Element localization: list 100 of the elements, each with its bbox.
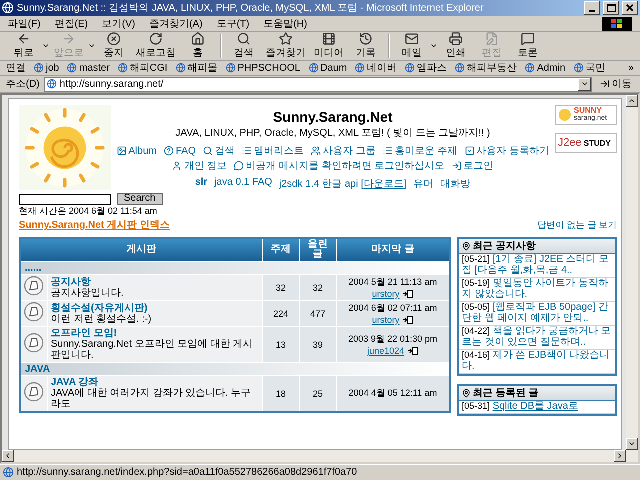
recent-post-link[interactable]: [05-19] 몇일동안 사이트가 동작하지 않았습니다. <box>459 278 615 302</box>
media-button[interactable]: 미디어 <box>310 32 348 60</box>
home-button[interactable]: 홈 <box>180 32 216 60</box>
j2ee-study-logo[interactable]: J2ee STUDY <box>555 133 617 153</box>
page-icon <box>355 63 366 73</box>
recent-post-link[interactable]: [05-31] Sqlite DB를 Java로 <box>459 401 615 414</box>
go-button[interactable]: 이동 <box>596 77 636 91</box>
dropdown-caret-icon[interactable] <box>430 42 438 50</box>
user-link[interactable]: june1024 <box>367 346 405 356</box>
maximize-button[interactable] <box>603 1 619 15</box>
nav-link[interactable]: 흥미로운 주제 <box>382 144 458 158</box>
menu-item[interactable]: 즐겨찾기(A) <box>149 16 203 30</box>
forum-name-link[interactable]: 횡설수설(자유게시판) <box>51 302 259 314</box>
forum-name-link[interactable]: JAVA 강좌 <box>51 377 259 388</box>
nav-link[interactable]: 사용자 등록하기 <box>464 144 550 158</box>
minimize-button[interactable] <box>584 1 600 15</box>
menu-item[interactable]: 파일(F) <box>8 16 41 30</box>
recent-post-link[interactable]: [04-16] 제가 쓴 EJB책이 나왔습니다. <box>459 350 615 374</box>
page-icon <box>455 63 466 73</box>
link-bookmark[interactable]: Daum <box>308 62 348 74</box>
forum-name-link[interactable]: 공지사항 <box>51 276 259 288</box>
category-row[interactable]: ...... <box>20 262 450 274</box>
mail-button[interactable]: 메일 <box>394 32 430 60</box>
search-field[interactable] <box>19 194 111 204</box>
recent-post-link[interactable]: [05-05] [웹로직과 EJB 50page] 간단한 웹 페이지 예제가 안되.. <box>459 302 615 326</box>
forum-description: Sunny.Sarang.Net 오프라인 모임에 대한 게시판입니다. <box>51 339 254 361</box>
nav-link[interactable]: j2sdk 1.4 한글 api [ <box>279 177 364 191</box>
link-bookmark[interactable]: 해피부동산 <box>455 61 518 75</box>
nav-link[interactable]: Album <box>116 144 157 158</box>
link-bookmark[interactable]: Admin <box>525 62 566 74</box>
print-button[interactable]: 인쇄 <box>438 32 474 60</box>
recent-post-link[interactable]: [05-21] [1기 종료] J2EE 스터디 모집 [다음주 월,화,목,금 4.. <box>459 254 615 278</box>
user-link[interactable]: urstory <box>372 315 400 325</box>
horizontal-scrollbar[interactable] <box>2 450 638 462</box>
search-button[interactable]: 검색 <box>226 32 262 60</box>
unanswered-posts-link[interactable]: 답변이 없는 글 보기 <box>537 219 617 232</box>
download-link[interactable]: 다운로드 <box>364 177 404 191</box>
link-bookmark[interactable]: 해피CGI <box>118 61 168 75</box>
nav-link[interactable]: FAQ <box>164 144 196 158</box>
category-row[interactable]: JAVA <box>20 362 450 376</box>
discuss-button[interactable]: 토론 <box>510 32 546 60</box>
menu-item[interactable]: 도구(T) <box>216 16 250 30</box>
window-title: Sunny.Sarang.Net :: 김성박의 JAVA, LINUX, PHP, Oracle, MySQL, XML 포럼 - Microsoft Internet Explorer <box>17 2 485 15</box>
sun-icon <box>558 108 572 122</box>
nav-link[interactable]: 비공개 메시지를 확인하려면 로그인하십시오 <box>234 159 445 173</box>
status-url: http://sunny.sarang.net/index.php?sid=a0a11f0a552786266a08d2961f7f0a70 <box>17 467 358 478</box>
dropdown-button[interactable] <box>578 78 591 90</box>
link-bookmark[interactable]: 엠파스 <box>405 61 448 75</box>
topics-count: 13 <box>262 326 300 362</box>
link-bookmark[interactable]: 국민 <box>574 61 606 75</box>
more-links-button[interactable]: » <box>628 62 634 74</box>
refresh-button[interactable]: 새로고침 <box>132 32 180 60</box>
nav-link[interactable]: 사용자 그룹 <box>311 144 376 158</box>
link-bookmark[interactable]: 해피몰 <box>176 61 218 75</box>
star-icon <box>279 32 293 46</box>
search-button[interactable]: Search <box>117 193 163 205</box>
page-icon <box>34 63 44 73</box>
nav-link[interactable]: 유머 <box>414 177 434 191</box>
user-link[interactable]: urstory <box>372 289 400 299</box>
go-to-post-icon[interactable] <box>402 316 414 324</box>
column-header: 주제 <box>262 238 300 262</box>
caret-icon <box>580 80 588 88</box>
topics-count: 18 <box>262 376 300 412</box>
close-button[interactable] <box>622 1 638 15</box>
nav-link[interactable]: slr <box>195 177 208 191</box>
topics-count: 224 <box>262 300 300 326</box>
nav-link[interactable]: 검색 <box>203 144 236 158</box>
back-button[interactable]: 뒤로 <box>6 32 42 60</box>
nav-link[interactable]: 멤버리스트 <box>242 144 304 158</box>
dropdown-caret-icon[interactable] <box>42 42 50 50</box>
forum-description: 공지사항입니다. <box>51 288 125 298</box>
menu-item[interactable]: 보기(V) <box>102 16 136 30</box>
page-icon <box>67 63 78 73</box>
nav-link[interactable]: ] <box>404 178 407 190</box>
page-icon <box>525 63 536 73</box>
stop-button[interactable]: 중지 <box>96 32 132 60</box>
nav-link[interactable]: 대화방 <box>440 177 471 191</box>
go-to-post-icon[interactable] <box>402 290 414 298</box>
favorites-button[interactable]: 즐겨찾기 <box>262 32 310 60</box>
menu-item[interactable]: 도움말(H) <box>264 16 308 30</box>
picture-icon <box>116 146 127 156</box>
nav-link[interactable]: java 0.1 FAQ <box>214 177 272 191</box>
address-field[interactable]: http://sunny.sarang.net/ <box>44 76 592 92</box>
menu-item[interactable]: 편집(E) <box>54 16 88 30</box>
link-bookmark[interactable]: job <box>34 62 60 74</box>
page-icon <box>118 63 128 73</box>
link-bookmark[interactable]: 네이버 <box>355 61 398 75</box>
login-icon <box>452 161 462 171</box>
posts-count: 32 <box>300 274 336 300</box>
vertical-scrollbar[interactable] <box>626 95 638 450</box>
link-bookmark[interactable]: master <box>67 62 110 74</box>
page-icon <box>574 63 584 73</box>
nav-link[interactable]: 개인 정보 <box>172 159 228 173</box>
recent-post-link[interactable]: [04-22] 책을 읽다가 궁금하거나 모르는 것이 있으면 질문하며.. <box>459 326 615 350</box>
link-bookmark[interactable]: PHPSCHOOL <box>226 62 300 74</box>
nav-link[interactable]: 로그인 <box>452 159 494 173</box>
history-button[interactable]: 기록 <box>348 32 384 60</box>
go-to-post-icon[interactable] <box>408 347 419 355</box>
posts-count: 477 <box>300 300 336 326</box>
forum-name-link[interactable]: 오프라인 모임! <box>51 328 259 339</box>
